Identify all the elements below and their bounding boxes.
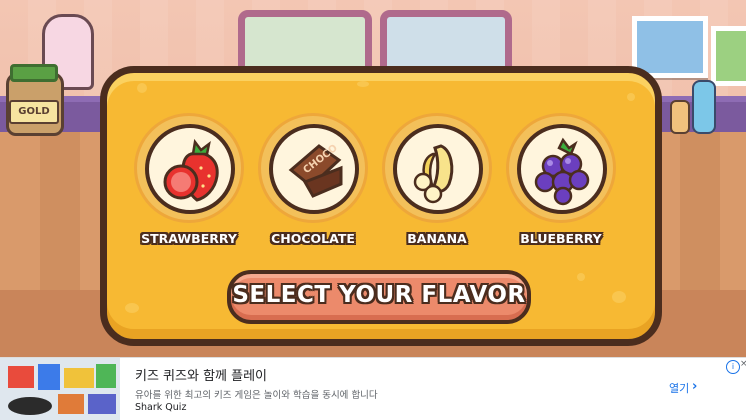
select-flavor-button[interactable]: SELECT YOUR FLAVOR: [227, 270, 531, 324]
select-flavor-label: SELECT YOUR FLAVOR: [232, 282, 526, 308]
chocolate-icon: CHOCO: [288, 143, 343, 198]
toy-figure-small: [670, 100, 690, 134]
flavor-option-chocolate[interactable]: CHOCO CHOCOLATE: [258, 113, 368, 246]
flavor-ring: [382, 113, 492, 223]
flavor-label: BANANA: [407, 231, 467, 246]
ad-title[interactable]: 키즈 퀴즈와 함께 플레이: [135, 365, 267, 384]
flavor-label: STRAWBERRY: [141, 231, 237, 246]
toy-figure: [692, 80, 716, 134]
flavor-option-strawberry[interactable]: STRAWBERRY: [134, 113, 244, 246]
ad-brand: Shark Quiz: [135, 402, 187, 413]
jar-label: GOLD: [9, 100, 59, 124]
blueberry-icon: [534, 137, 590, 206]
flavor-ring: [134, 113, 244, 223]
flavor-panel: STRAWBERRY CHOCO CHOCOLATE BANANA BLUEBE…: [100, 66, 662, 346]
close-icon[interactable]: ×: [740, 359, 746, 369]
flavor-label: BLUEBERRY: [520, 231, 602, 246]
flavor-label: CHOCOLATE: [271, 231, 355, 246]
info-icon[interactable]: i: [726, 360, 740, 374]
ad-open-button[interactable]: 열기: [669, 380, 689, 396]
wall-poster-small: [711, 26, 746, 86]
strawberry-icon: [163, 138, 219, 202]
ad-description: 유아를 위한 최고의 키즈 게임은 놀이와 학습을 동시에 합니다: [135, 390, 378, 401]
flavor-option-blueberry[interactable]: BLUEBERRY: [506, 113, 616, 246]
game-scene: GOLD STRAWBERRY CHOCO CHOCOLATE BANANA B…: [0, 0, 746, 357]
banana-icon: [413, 144, 454, 204]
ad-thumbnail[interactable]: [0, 358, 120, 420]
ad-banner[interactable]: 키즈 퀴즈와 함께 플레이 유아를 위한 최고의 키즈 게임은 놀이와 학습을 …: [0, 357, 746, 420]
flavor-ring: CHOCO: [258, 113, 368, 223]
flavor-ring: [506, 113, 616, 223]
flavor-option-banana[interactable]: BANANA: [382, 113, 492, 246]
ad-image: [0, 358, 120, 420]
chevron-right-icon[interactable]: ›: [692, 379, 697, 394]
jar-lid: [10, 64, 58, 82]
